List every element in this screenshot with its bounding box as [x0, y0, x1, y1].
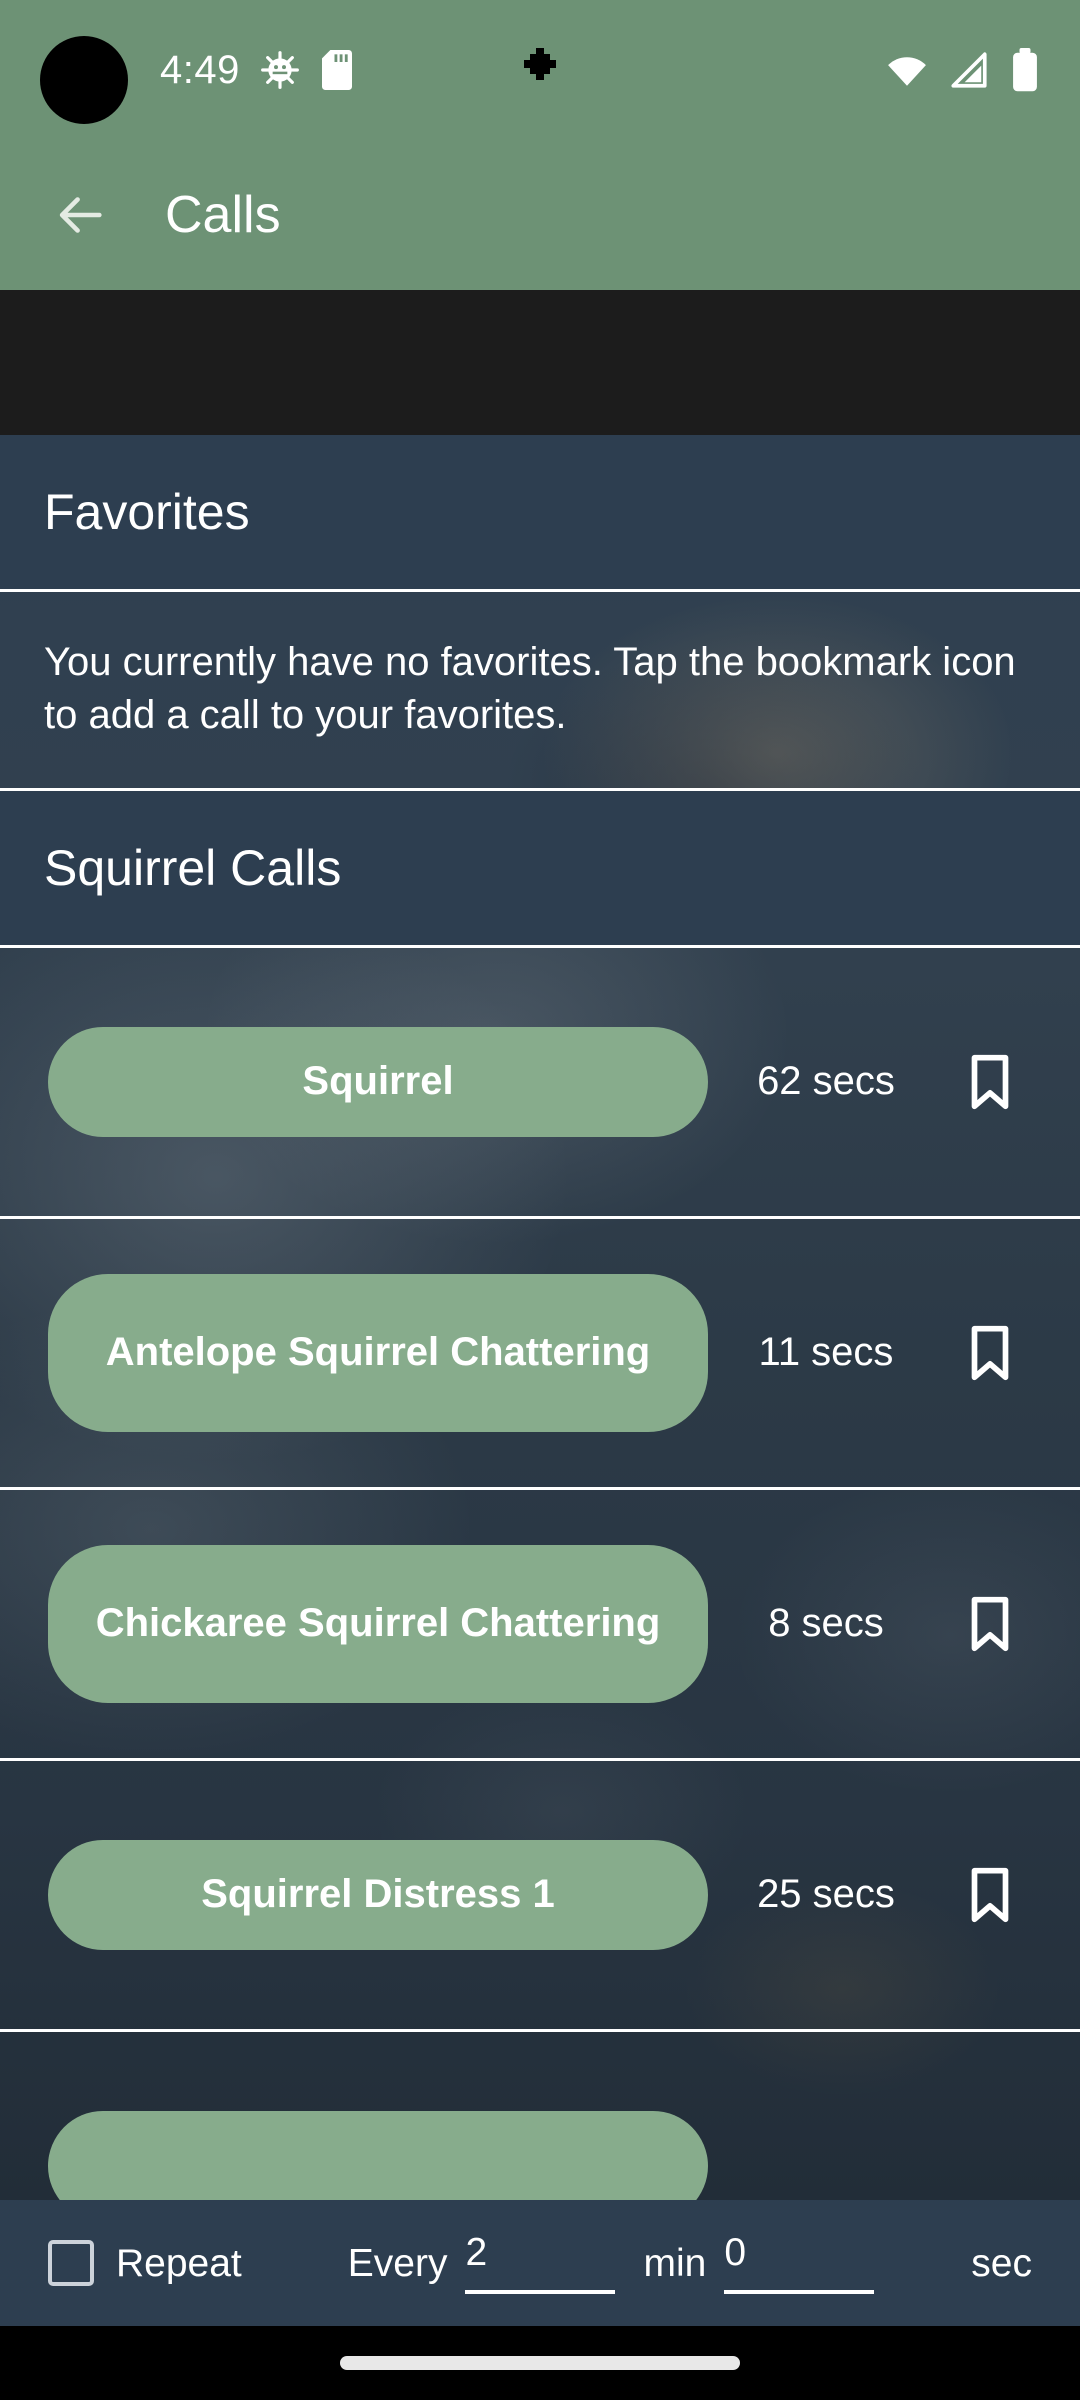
calls-list[interactable]: Favorites You currently have no favorite…: [0, 435, 1080, 2200]
repeat-bar: Repeat Every 2 min 0 sec: [0, 2200, 1080, 2326]
status-bar-right: [886, 0, 1040, 140]
sd-card-icon: [321, 50, 352, 90]
camera-punch-hole: [40, 36, 128, 124]
call-name: Squirrel: [302, 1059, 454, 1104]
back-arrow-icon: [59, 197, 102, 233]
battery-icon: [1013, 48, 1037, 92]
section-header-label: Squirrel Calls: [44, 839, 342, 896]
minutes-value: 2: [465, 2230, 488, 2274]
bookmark-button[interactable]: [944, 1578, 1036, 1670]
android-debug-icon: [260, 51, 299, 89]
min-unit-label: min: [643, 2241, 707, 2285]
call-duration: 11 secs: [758, 1330, 894, 1375]
play-call-button[interactable]: Squirrel Distress 1: [48, 1839, 708, 1950]
repeat-toggle[interactable]: Repeat: [48, 2240, 242, 2286]
status-clock: 4:49: [160, 48, 240, 92]
call-row[interactable]: [0, 2032, 1080, 2200]
sec-unit-label: sec: [971, 2241, 1032, 2285]
call-duration: 62 secs: [757, 1059, 895, 1104]
play-call-button[interactable]: Chickaree Squirrel Chattering: [48, 1544, 708, 1703]
play-call-button[interactable]: Antelope Squirrel Chattering: [48, 1273, 708, 1432]
repeat-checkbox[interactable]: [48, 2240, 94, 2286]
call-row[interactable]: Antelope Squirrel Chattering 11 secs: [0, 1219, 1080, 1490]
bookmark-icon: [971, 1596, 1009, 1651]
play-call-button[interactable]: [48, 2110, 708, 2200]
wifi-icon: [888, 57, 926, 86]
section-header-squirrel-calls: Squirrel Calls: [0, 790, 1080, 948]
section-header-label: Favorites: [44, 484, 250, 540]
app-bar: Calls: [0, 140, 1080, 290]
favorites-empty-text: You currently have no favorites. Tap the…: [44, 640, 1016, 737]
favorites-empty-message: You currently have no favorites. Tap the…: [0, 592, 1080, 791]
call-duration: 8 secs: [768, 1601, 884, 1646]
play-call-button[interactable]: Squirrel: [48, 1026, 708, 1137]
bookmark-button[interactable]: [944, 1849, 1036, 1941]
cellular-signal-icon: [951, 52, 987, 88]
phone-screen: 4:49 Calls Favorites You currently have …: [0, 0, 1080, 2400]
section-header-favorites: Favorites: [0, 435, 1080, 592]
bookmark-button[interactable]: [944, 1307, 1036, 1399]
call-name: Chickaree Squirrel Chattering: [95, 1601, 661, 1646]
status-bar: 4:49: [0, 0, 1080, 140]
seconds-value: 0: [724, 2230, 747, 2274]
status-bar-left: 4:49: [160, 50, 354, 90]
minutes-input[interactable]: 2: [465, 2230, 616, 2294]
system-navigation-bar: [0, 2326, 1080, 2400]
every-label: Every: [347, 2241, 448, 2285]
call-row[interactable]: Squirrel Distress 1 25 secs: [0, 1761, 1080, 2032]
call-row[interactable]: Chickaree Squirrel Chattering 8 secs: [0, 1490, 1080, 1761]
call-row[interactable]: Squirrel 62 secs: [0, 948, 1080, 1219]
seconds-input[interactable]: 0: [724, 2230, 875, 2294]
bookmark-button[interactable]: [944, 1036, 1036, 1128]
call-name: Antelope Squirrel Chattering: [105, 1330, 651, 1375]
home-gesture-pill[interactable]: [340, 2356, 740, 2370]
bookmark-icon: [971, 1867, 1009, 1922]
dark-spacer-band: [0, 290, 1080, 435]
back-button[interactable]: [20, 155, 140, 275]
call-duration: 25 secs: [757, 1872, 895, 1917]
repeat-label: Repeat: [116, 2241, 242, 2285]
notification-dot-icon: [516, 44, 564, 97]
page-title: Calls: [165, 186, 281, 244]
bookmark-icon: [971, 1325, 1009, 1380]
bookmark-icon: [971, 1054, 1009, 1109]
call-name: Squirrel Distress 1: [201, 1872, 555, 1917]
